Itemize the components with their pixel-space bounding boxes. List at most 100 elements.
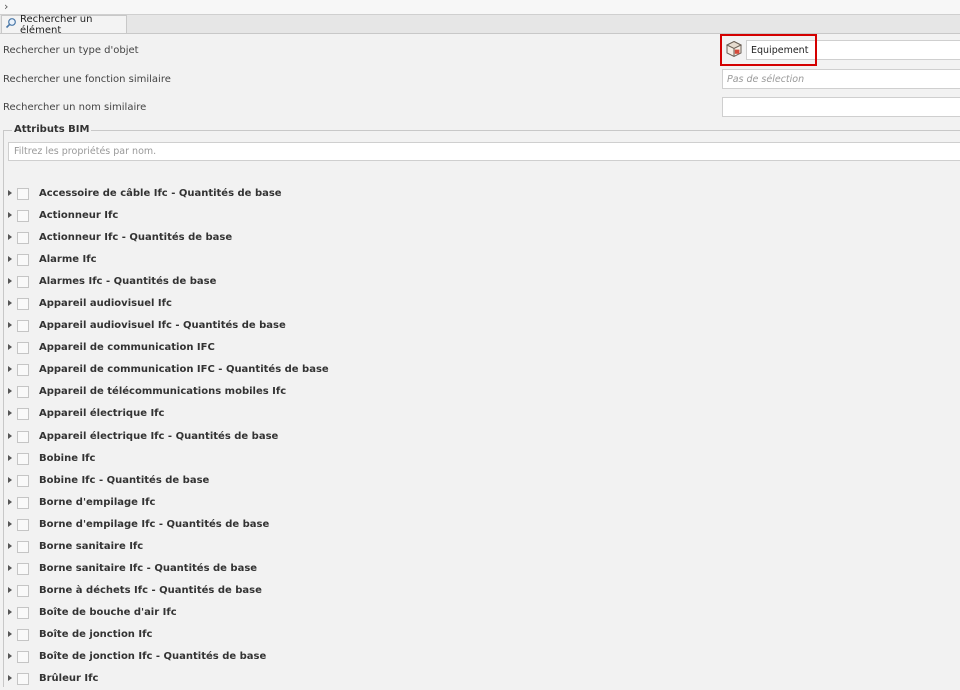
row-checkbox[interactable] <box>17 342 29 355</box>
expand-arrow-icon[interactable] <box>8 432 12 439</box>
list-item[interactable]: Appareil de communication IFC <box>0 337 960 359</box>
list-item[interactable]: Alarme Ifc <box>0 249 960 271</box>
list-item[interactable]: Appareil de télécommunications mobiles I… <box>0 381 960 403</box>
list-item-label: Borne sanitaire Ifc <box>39 540 144 552</box>
expand-arrow-icon[interactable] <box>8 630 12 637</box>
list-item-label: Bobine Ifc <box>39 452 96 464</box>
row-checkbox[interactable] <box>17 188 29 200</box>
expand-arrow-icon[interactable] <box>8 564 12 571</box>
list-item[interactable]: Actionneur Ifc <box>0 205 960 227</box>
list-item[interactable]: Borne sanitaire Ifc - Quantités de base <box>0 558 960 580</box>
tab-search-element[interactable]: Rechercher un élément <box>1 14 127 36</box>
expand-arrow-icon[interactable] <box>8 212 12 219</box>
list-item[interactable]: Appareil audiovisuel Ifc <box>0 293 960 315</box>
expand-arrow-icon[interactable] <box>8 542 12 549</box>
row-checkbox[interactable] <box>17 430 29 443</box>
expand-arrow-icon[interactable] <box>8 675 12 682</box>
list-item-label: Borne à déchets Ifc - Quantités de base <box>39 584 262 596</box>
similar-function-field[interactable]: Pas de sélection <box>722 69 960 89</box>
bim-attribute-list: Accessoire de câble Ifc - Quantités de b… <box>0 183 960 690</box>
expand-arrow-icon[interactable] <box>8 652 12 659</box>
row-checkbox[interactable] <box>17 650 29 663</box>
row-checkbox[interactable] <box>17 320 29 333</box>
row-checkbox[interactable] <box>17 452 29 465</box>
row-checkbox[interactable] <box>17 408 29 421</box>
row-checkbox[interactable] <box>17 210 29 223</box>
expand-arrow-icon[interactable] <box>8 410 12 417</box>
list-item[interactable]: Borne sanitaire Ifc <box>0 536 960 558</box>
list-item-label: Appareil électrique Ifc <box>39 408 165 420</box>
list-item-label: Borne d'empilage Ifc - Quantités de base <box>39 518 270 530</box>
row-checkbox[interactable] <box>17 496 29 509</box>
row-checkbox[interactable] <box>17 628 29 641</box>
list-item[interactable]: Bobine Ifc <box>0 448 960 470</box>
bim-attributes-title: Attributs BIM <box>12 124 92 135</box>
expand-arrow-icon[interactable] <box>8 586 12 593</box>
list-item[interactable]: Appareil électrique Ifc <box>0 403 960 425</box>
expand-arrow-icon[interactable] <box>8 454 12 461</box>
row-checkbox[interactable] <box>17 386 29 399</box>
property-filter-input[interactable]: Filtrez les propriétés par nom. <box>8 142 960 161</box>
list-item-label: Borne d'empilage Ifc <box>39 496 156 508</box>
list-item[interactable]: Borne à déchets Ifc - Quantités de base <box>0 580 960 602</box>
expand-arrow-icon[interactable] <box>8 322 12 329</box>
list-item-label: Actionneur Ifc - Quantités de base <box>39 232 233 244</box>
expand-arrow-icon[interactable] <box>8 520 12 527</box>
list-item-label: Appareil de télécommunications mobiles I… <box>39 386 287 398</box>
expand-arrow-icon[interactable] <box>8 278 12 285</box>
list-item[interactable]: Appareil audiovisuel Ifc - Quantités de … <box>0 315 960 337</box>
row-checkbox[interactable] <box>17 276 29 289</box>
list-item[interactable]: Boîte de bouche d'air Ifc <box>0 602 960 624</box>
list-item[interactable]: Actionneur Ifc - Quantités de base <box>0 227 960 249</box>
list-item[interactable]: Accessoire de câble Ifc - Quantités de b… <box>0 183 960 205</box>
list-item[interactable]: Alarmes Ifc - Quantités de base <box>0 271 960 293</box>
row-checkbox[interactable] <box>17 518 29 531</box>
list-item[interactable]: Borne d'empilage Ifc <box>0 492 960 514</box>
list-item-label: Appareil audiovisuel Ifc - Quantités de … <box>39 320 286 332</box>
row-checkbox[interactable] <box>17 254 29 267</box>
similar-function-placeholder: Pas de sélection <box>727 73 805 85</box>
expand-arrow-icon[interactable] <box>8 388 12 395</box>
expand-arrow-icon[interactable] <box>8 366 12 373</box>
search-icon <box>5 17 17 32</box>
similar-name-field[interactable] <box>722 97 960 117</box>
row-checkbox[interactable] <box>17 673 29 686</box>
expand-arrow-icon[interactable] <box>8 256 12 263</box>
expand-arrow-icon[interactable] <box>8 190 12 196</box>
list-item-label: Boîte de bouche d'air Ifc <box>39 606 177 618</box>
list-item[interactable]: Appareil de communication IFC - Quantité… <box>0 359 960 381</box>
similar-function-label: Rechercher une fonction similaire <box>3 74 171 85</box>
expand-arrow-icon[interactable] <box>8 344 12 351</box>
expand-arrow-icon[interactable] <box>8 476 12 483</box>
row-checkbox[interactable] <box>17 364 29 377</box>
list-item-label: Boîte de jonction Ifc - Quantités de bas… <box>39 650 267 662</box>
list-item[interactable]: Boîte de jonction Ifc <box>0 624 960 646</box>
list-item-label: Appareil de communication IFC <box>39 342 215 354</box>
list-item-label: Actionneur Ifc <box>39 210 119 222</box>
expand-chevron-icon[interactable]: › <box>4 0 8 14</box>
expand-arrow-icon[interactable] <box>8 300 12 307</box>
expand-arrow-icon[interactable] <box>8 234 12 241</box>
list-item[interactable]: Appareil électrique Ifc - Quantités de b… <box>0 426 960 448</box>
row-checkbox[interactable] <box>17 232 29 245</box>
list-item-label: Appareil audiovisuel Ifc <box>39 298 172 310</box>
list-item[interactable]: Borne d'empilage Ifc - Quantités de base <box>0 514 960 536</box>
expand-arrow-icon[interactable] <box>8 608 12 615</box>
row-checkbox[interactable] <box>17 606 29 619</box>
tab-bar: Rechercher un élément <box>0 14 960 36</box>
row-checkbox[interactable] <box>17 562 29 575</box>
row-checkbox[interactable] <box>17 474 29 487</box>
list-item-label: Appareil électrique Ifc - Quantités de b… <box>39 430 279 442</box>
top-strip: › <box>0 0 960 15</box>
group-border-top <box>3 130 960 131</box>
similar-name-label: Rechercher un nom similaire <box>3 102 147 113</box>
expand-arrow-icon[interactable] <box>8 498 12 505</box>
list-item-label: Alarmes Ifc - Quantités de base <box>39 276 217 288</box>
row-checkbox[interactable] <box>17 584 29 597</box>
list-item[interactable]: Boîte de jonction Ifc - Quantités de bas… <box>0 646 960 668</box>
list-item-label: Appareil de communication IFC - Quantité… <box>39 364 329 376</box>
list-item-label: Accessoire de câble Ifc - Quantités de b… <box>39 188 282 199</box>
row-checkbox[interactable] <box>17 540 29 553</box>
row-checkbox[interactable] <box>17 298 29 311</box>
list-item[interactable]: Bobine Ifc - Quantités de base <box>0 470 960 492</box>
